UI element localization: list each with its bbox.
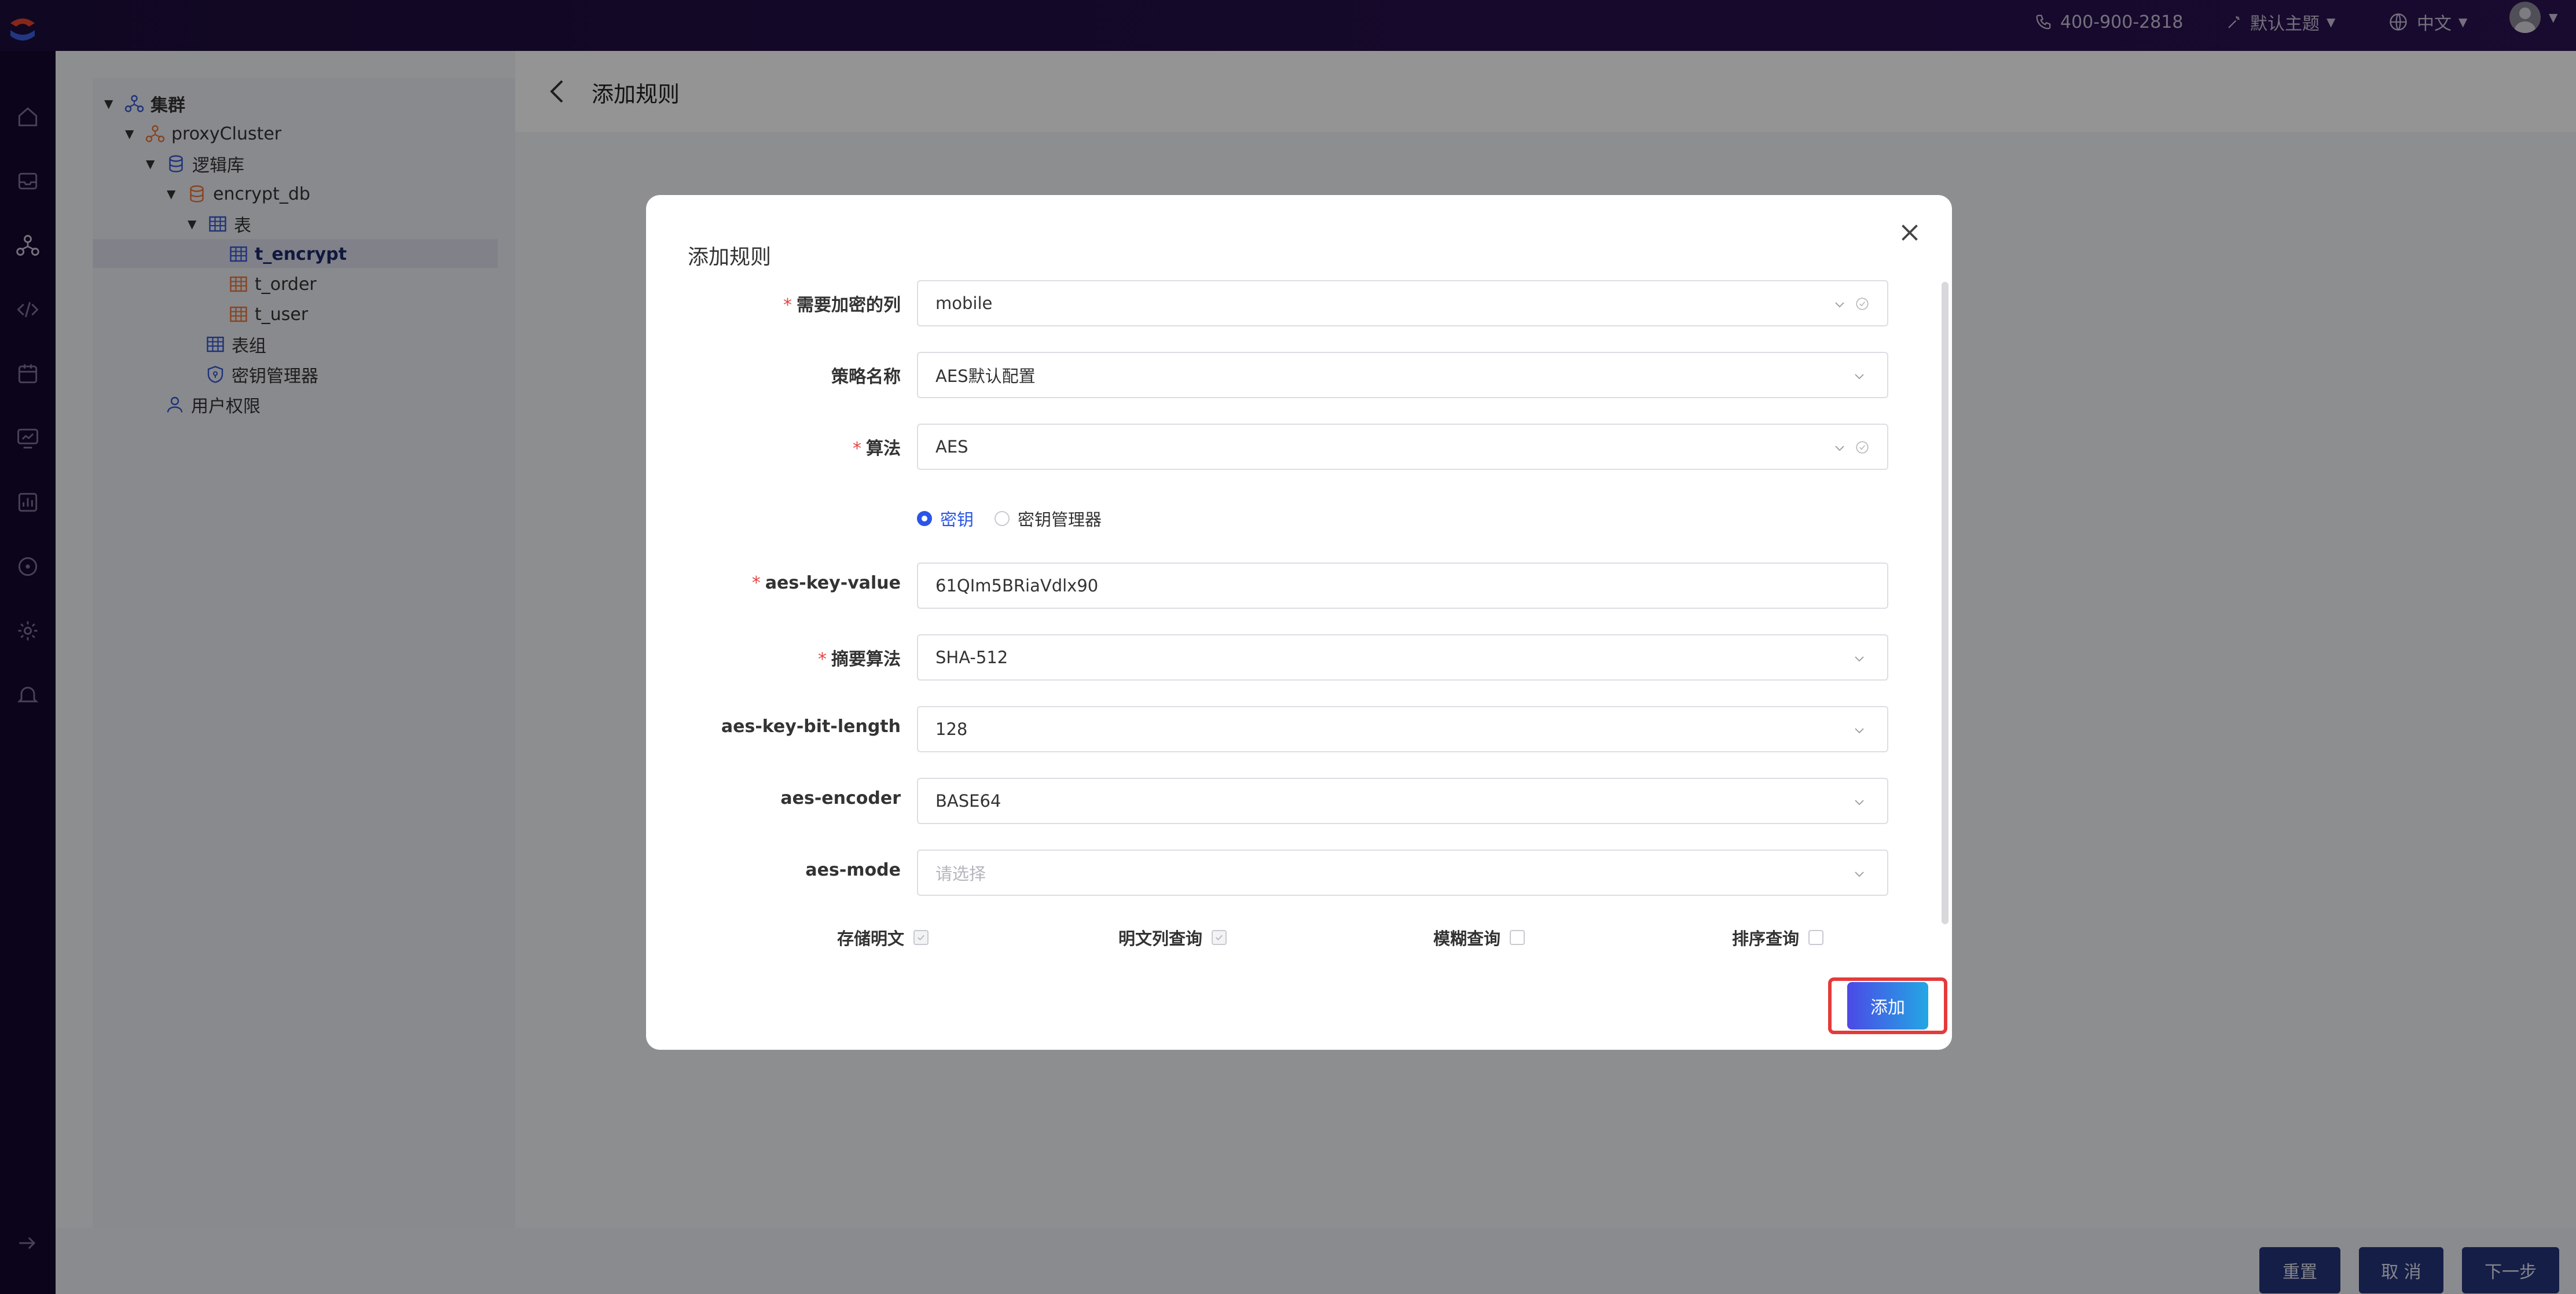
aes-key-bit-length-label: aes-key-bit-length [721, 716, 901, 737]
radio-key-manager-label[interactable]: 密钥管理器 [1018, 506, 1102, 531]
policy-name-select[interactable]: AES默认配置 [917, 352, 1888, 398]
aes-mode-label: aes-mode [805, 860, 901, 880]
required-mark: * [818, 649, 827, 670]
plain-query-checkbox[interactable] [1212, 930, 1227, 945]
algorithm-label: * 算法 [646, 434, 901, 459]
store-plain-checkbox[interactable] [913, 930, 929, 945]
add-button[interactable]: 添加 [1847, 982, 1928, 1030]
algorithm-select[interactable]: AES [917, 424, 1888, 470]
chevron-down-icon [1855, 872, 1864, 877]
plain-query-option[interactable]: 明文列查询 [1118, 925, 1227, 950]
aes-key-value-label: * aes-key-value [646, 573, 901, 593]
radio-key-manager[interactable] [995, 511, 1010, 526]
required-mark: * [853, 439, 861, 459]
modal-title: 添加规则 [688, 245, 772, 269]
label-text: 算法 [866, 439, 901, 459]
store-plain-option[interactable]: 存储明文 [837, 925, 929, 950]
select-value: 128 [935, 719, 968, 739]
checkbox-label: 明文列查询 [1118, 929, 1203, 949]
aes-key-value-input[interactable]: 61QIm5BRiaVdlx90 [917, 563, 1888, 609]
aes-encoder-select[interactable]: BASE64 [917, 778, 1888, 824]
select-value: mobile [935, 293, 993, 313]
encrypt-column-select[interactable]: mobile [917, 280, 1888, 326]
checkbox-label: 存储明文 [837, 929, 905, 949]
chevron-down-icon [1855, 800, 1864, 806]
key-source-radio-group: 密钥 密钥管理器 [917, 506, 1102, 531]
checkmark-icon [918, 935, 924, 941]
check-circle-icon [1856, 441, 1869, 454]
input-value: 61QIm5BRiaVdlx90 [935, 576, 1099, 595]
label-text: aes-key-value [765, 573, 901, 593]
digest-algorithm-label: * 摘要算法 [646, 645, 901, 670]
select-value: AES默认配置 [935, 366, 1036, 386]
chevron-down-icon [1855, 728, 1864, 734]
fuzzy-query-checkbox[interactable] [1510, 930, 1525, 945]
checkmark-icon [1216, 935, 1223, 941]
digest-algorithm-select[interactable]: SHA-512 [917, 634, 1888, 681]
select-value: SHA-512 [935, 648, 1008, 667]
checkbox-label: 排序查询 [1732, 929, 1800, 949]
chevron-down-icon [1835, 302, 1844, 308]
select-value: AES [935, 437, 968, 457]
radio-key[interactable] [917, 511, 932, 526]
chevron-down-icon [1835, 446, 1844, 451]
aes-encoder-label: aes-encoder [780, 788, 901, 808]
encrypt-column-label: * 需要加密的列 [646, 291, 901, 316]
modal-scrollbar[interactable] [1942, 282, 1948, 924]
label-text: 摘要算法 [831, 649, 901, 670]
order-query-option[interactable]: 排序查询 [1732, 925, 1824, 950]
label-text: 需要加密的列 [797, 295, 901, 315]
check-circle-icon [1856, 297, 1869, 310]
add-rule-modal: 添加规则 * 需要加密的列 mobile 策略名称 AES默认配置 * 算法 AES… [646, 195, 1952, 1050]
required-mark: * [751, 573, 761, 593]
aes-mode-select[interactable]: 请选择 [917, 850, 1888, 896]
select-placeholder: 请选择 [935, 864, 986, 884]
select-value: BASE64 [935, 791, 1001, 811]
chevron-down-icon [1855, 374, 1864, 380]
fuzzy-query-option[interactable]: 模糊查询 [1433, 925, 1525, 950]
checkbox-label: 模糊查询 [1433, 929, 1501, 949]
aes-key-bit-length-select[interactable]: 128 [917, 706, 1888, 752]
chevron-down-icon [1855, 656, 1864, 662]
policy-name-label: 策略名称 [831, 367, 901, 387]
required-mark: * [783, 295, 792, 315]
radio-key-label[interactable]: 密钥 [940, 506, 974, 531]
order-query-checkbox[interactable] [1808, 930, 1824, 945]
close-icon[interactable] [1895, 218, 1924, 247]
